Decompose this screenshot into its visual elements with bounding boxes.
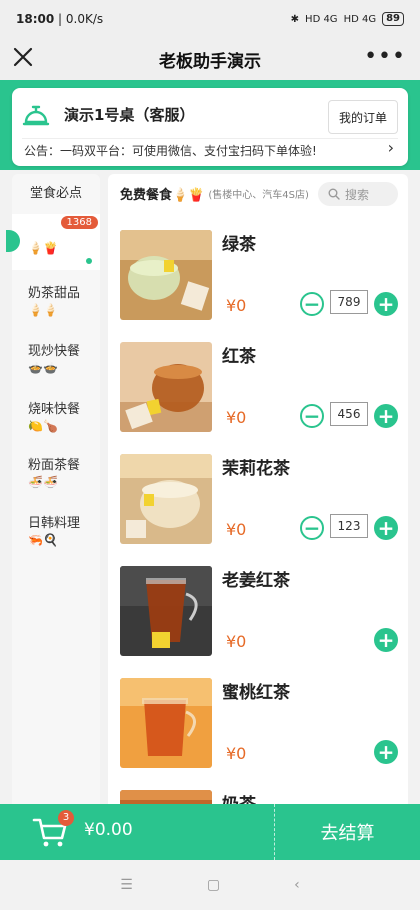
increase-button[interactable]: + bbox=[374, 740, 398, 764]
clock: 18:00 bbox=[16, 12, 55, 26]
increase-button[interactable]: + bbox=[374, 516, 398, 540]
back-icon[interactable]: ‹ bbox=[294, 877, 300, 893]
table-name: 演示1号桌（客服） bbox=[64, 106, 195, 124]
increase-button[interactable]: + bbox=[374, 292, 398, 316]
cart-total: ¥0.00 bbox=[84, 820, 133, 840]
product-list-panel: 免费餐食🍦🍟 (售楼中心、汽车4S店) 搜索 绿茶 ¥0 − 789 + 红茶 … bbox=[108, 174, 408, 814]
product-name: 茉莉花茶 bbox=[222, 459, 290, 479]
quantity-input[interactable]: 789 bbox=[330, 290, 368, 314]
sidebar-item-roast[interactable]: 烧味快餐 🍋🍗 bbox=[12, 392, 100, 448]
search-input[interactable]: 搜索 bbox=[318, 182, 398, 206]
sidebar-item-label: 日韩料理 bbox=[28, 516, 81, 531]
checkout-button[interactable]: 去结算 bbox=[275, 804, 420, 860]
product-price: ¥0 bbox=[226, 632, 247, 651]
category-emoji: 🍜🍜 bbox=[28, 475, 58, 489]
product-item: 红茶 ¥0 − 456 + bbox=[108, 342, 408, 454]
category-emoji: 🍋🍗 bbox=[28, 419, 58, 433]
product-price: ¥0 bbox=[226, 296, 247, 315]
table-card: 演示1号桌（客服） 我的订单 公告：一码双平台：可使用微信、支付宝扫码下单体验!… bbox=[12, 88, 408, 166]
signal-icon: HD 4G bbox=[305, 13, 338, 25]
service-bell-icon bbox=[22, 105, 50, 126]
ginger-tea-image[interactable] bbox=[120, 566, 212, 656]
cart-bar: 3 ¥0.00 去结算 bbox=[0, 804, 420, 860]
cart-count-badge: 3 bbox=[58, 810, 74, 826]
bluetooth-icon: ✱ bbox=[290, 13, 300, 25]
signal-icon-2: HD 4G bbox=[343, 13, 377, 25]
status-dot bbox=[86, 258, 92, 264]
notice-text[interactable]: 公告：一码双平台：可使用微信、支付宝扫码下单体验! bbox=[24, 140, 317, 162]
decrease-button[interactable]: − bbox=[300, 516, 324, 540]
close-icon[interactable] bbox=[12, 46, 34, 68]
product-item: 茉莉花茶 ¥0 − 123 + bbox=[108, 454, 408, 566]
menu-icon[interactable]: ☰ bbox=[120, 877, 133, 893]
decrease-button[interactable]: − bbox=[300, 404, 324, 428]
black-tea-image[interactable] bbox=[120, 342, 212, 432]
my-orders-button[interactable]: 我的订单 bbox=[328, 100, 398, 134]
sidebar-item-label: 烧味快餐 bbox=[28, 402, 81, 417]
product-price: ¥0 bbox=[226, 520, 247, 539]
search-icon bbox=[328, 188, 340, 200]
peach-tea-image[interactable] bbox=[120, 678, 212, 768]
separator: | bbox=[54, 12, 66, 26]
quantity-input[interactable]: 456 bbox=[330, 402, 368, 426]
product-item: 绿茶 ¥0 − 789 + bbox=[108, 230, 408, 342]
status-bar: 18:00 | 0.0K/s ✱ HD 4G HD 4G 89 bbox=[0, 0, 420, 38]
category-emoji: 🦐🍳 bbox=[28, 533, 58, 547]
product-name: 老姜红茶 bbox=[222, 571, 290, 591]
category-emoji: 🍦🍟 bbox=[28, 241, 58, 255]
home-icon[interactable]: ▢ bbox=[207, 877, 220, 893]
jasmine-tea-image[interactable] bbox=[120, 454, 212, 544]
category-emoji: 🍲🍲 bbox=[28, 361, 58, 375]
section-subtitle: (售楼中心、汽车4S店) bbox=[208, 189, 309, 201]
section-title: 免费餐食🍦🍟 bbox=[120, 187, 205, 203]
product-name: 绿茶 bbox=[222, 235, 256, 255]
quantity-input[interactable]: 123 bbox=[330, 514, 368, 538]
page-title: 老板助手演示 bbox=[159, 51, 261, 72]
sidebar-item-japanese-korean[interactable]: 日韩料理 🦐🍳 bbox=[12, 506, 100, 562]
decrease-button[interactable]: − bbox=[300, 292, 324, 316]
battery-icon: 89 bbox=[382, 12, 404, 26]
net-speed: 0.0K/s bbox=[65, 12, 104, 26]
product-name: 红茶 bbox=[222, 347, 256, 367]
chevron-right-icon[interactable]: › bbox=[388, 138, 394, 157]
sidebar-item-label: 粉面茶餐 bbox=[28, 458, 81, 473]
active-indicator bbox=[6, 230, 20, 252]
category-sidebar: 堂食必点 免费餐食 🍦🍟 1368 奶茶甜品 🍦🍦 现炒快餐 🍲🍲 烧味快餐 🍋… bbox=[6, 174, 100, 814]
category-title[interactable]: 堂食必点 bbox=[12, 182, 100, 201]
category-emoji: 🍦🍦 bbox=[28, 303, 58, 317]
search-placeholder: 搜索 bbox=[345, 187, 370, 202]
product-name: 蜜桃红茶 bbox=[222, 683, 290, 703]
sidebar-item-noodles[interactable]: 粉面茶餐 🍜🍜 bbox=[12, 448, 100, 504]
product-item: 老姜红茶 ¥0 + bbox=[108, 566, 408, 678]
product-price: ¥0 bbox=[226, 744, 247, 763]
green-tea-image[interactable] bbox=[120, 230, 212, 320]
sidebar-item-label: 奶茶甜品 bbox=[28, 286, 81, 301]
divider bbox=[22, 138, 398, 139]
sidebar-item-stir-fry[interactable]: 现炒快餐 🍲🍲 bbox=[12, 334, 100, 390]
sidebar-item-label: 现炒快餐 bbox=[28, 344, 81, 359]
increase-button[interactable]: + bbox=[374, 628, 398, 652]
system-nav-bar: ☰ ▢ ‹ bbox=[0, 860, 420, 910]
product-item: 蜜桃红茶 ¥0 + bbox=[108, 678, 408, 790]
increase-button[interactable]: + bbox=[374, 404, 398, 428]
product-price: ¥0 bbox=[226, 408, 247, 427]
count-badge: 1368 bbox=[60, 216, 98, 229]
more-icon[interactable]: ••• bbox=[364, 44, 406, 69]
sidebar-item-milk-tea[interactable]: 奶茶甜品 🍦🍦 bbox=[12, 276, 100, 332]
nav-bar: 老板助手演示 ••• bbox=[0, 38, 420, 80]
